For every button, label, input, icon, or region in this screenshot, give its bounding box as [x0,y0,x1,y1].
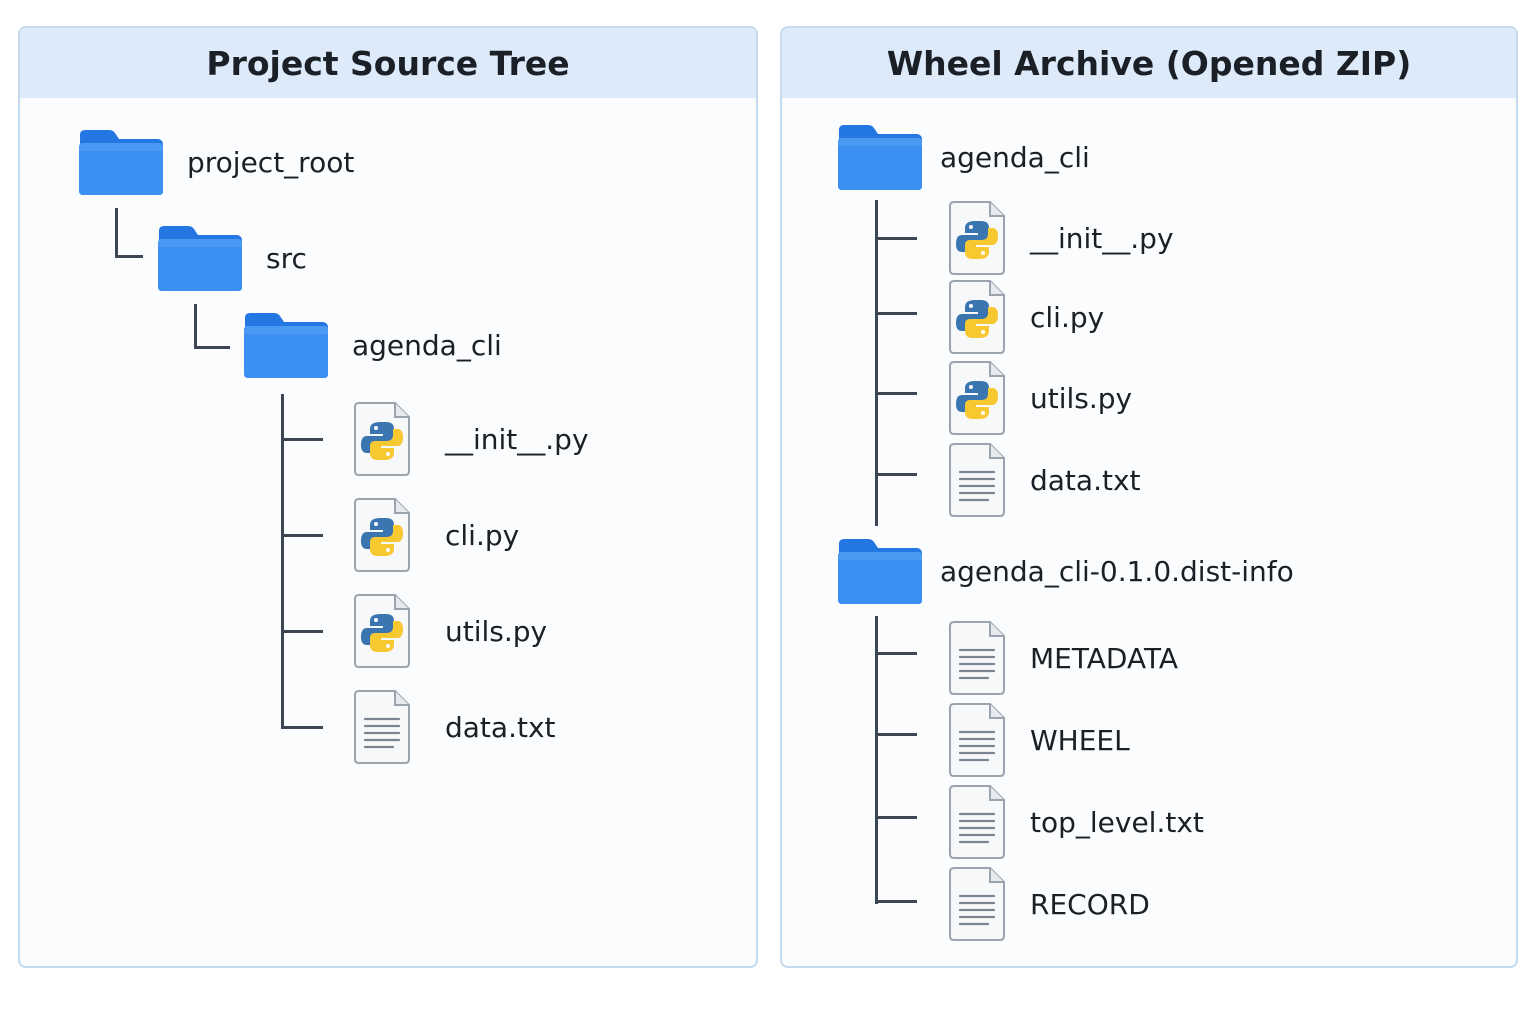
tree-connector [281,394,284,728]
folder-icon [156,223,244,293]
tree-connector [281,438,323,441]
tree-connector [281,630,323,633]
tree-item-label: cli.py [1030,300,1105,334]
tree-connector [875,237,917,240]
tree-item-file[interactable]: METADATA [946,620,1178,696]
tree-item-agenda-cli[interactable]: agenda_cli [836,122,1090,192]
tree-item-file[interactable]: RECORD [946,866,1150,942]
tree-connector [875,312,917,315]
python-file-icon [351,401,413,477]
tree-item-label: data.txt [445,710,556,744]
tree-connector [875,200,878,526]
tree-item-label: RECORD [1030,887,1150,921]
tree-item-agenda-cli[interactable]: agenda_cli [242,310,502,380]
tree-connector [281,726,323,729]
text-file-icon [946,442,1008,518]
tree-item-file[interactable]: top_level.txt [946,784,1204,860]
tree-connector [875,616,878,904]
tree-item-project-root[interactable]: project_root [77,127,354,197]
tree-connector [115,255,143,258]
python-file-icon [946,360,1008,436]
folder-icon [242,310,330,380]
tree-connector [115,208,118,258]
tree-item-label: WHEEL [1030,723,1130,757]
python-file-icon [946,200,1008,276]
tree-item-label: project_root [187,145,355,179]
tree-item-label: __init__.py [1030,221,1174,255]
tree-item-file[interactable]: __init__.py [351,401,589,477]
wheel-archive-panel: Wheel Archive (Opened ZIP) agenda_cli __… [780,26,1518,968]
folder-icon [836,122,924,192]
tree-item-label: __init__.py [445,422,589,456]
folder-icon [77,127,165,197]
tree-item-src[interactable]: src [156,223,307,293]
tree-connector [194,304,197,349]
text-file-icon [946,866,1008,942]
tree-item-label: agenda_cli-0.1.0.dist-info [940,554,1294,588]
folder-icon [836,536,924,606]
tree-connector [875,652,917,655]
tree-item-file[interactable]: cli.py [351,497,519,573]
tree-connector [281,534,323,537]
tree-connector [194,346,230,349]
text-file-icon [946,620,1008,696]
python-file-icon [946,279,1008,355]
python-file-icon [351,497,413,573]
text-file-icon [351,689,413,765]
tree-item-label: METADATA [1030,641,1179,675]
tree-item-file[interactable]: utils.py [351,593,547,669]
python-file-icon [351,593,413,669]
wheel-archive-title: Wheel Archive (Opened ZIP) [782,28,1516,98]
tree-item-label: data.txt [1030,463,1141,497]
tree-item-file[interactable]: data.txt [946,442,1141,518]
source-tree-panel: Project Source Tree project_root src age… [18,26,758,968]
tree-item-label: agenda_cli [940,140,1090,174]
tree-item-file[interactable]: WHEEL [946,702,1130,778]
tree-item-file[interactable]: utils.py [946,360,1132,436]
tree-connector [875,900,917,903]
tree-connector [875,733,917,736]
text-file-icon [946,784,1008,860]
source-tree-title: Project Source Tree [20,28,756,98]
tree-connector [875,392,917,395]
tree-item-file[interactable]: cli.py [946,279,1104,355]
tree-item-dist-info[interactable]: agenda_cli-0.1.0.dist-info [836,536,1294,606]
text-file-icon [946,702,1008,778]
tree-item-file[interactable]: data.txt [351,689,556,765]
tree-item-label: src [266,241,307,275]
tree-item-label: utils.py [1030,381,1133,415]
tree-item-label: agenda_cli [352,328,502,362]
tree-connector [875,816,917,819]
tree-connector [875,473,917,476]
tree-item-label: utils.py [445,614,548,648]
tree-item-label: top_level.txt [1030,805,1204,839]
tree-item-file[interactable]: __init__.py [946,200,1174,276]
tree-item-label: cli.py [445,518,520,552]
